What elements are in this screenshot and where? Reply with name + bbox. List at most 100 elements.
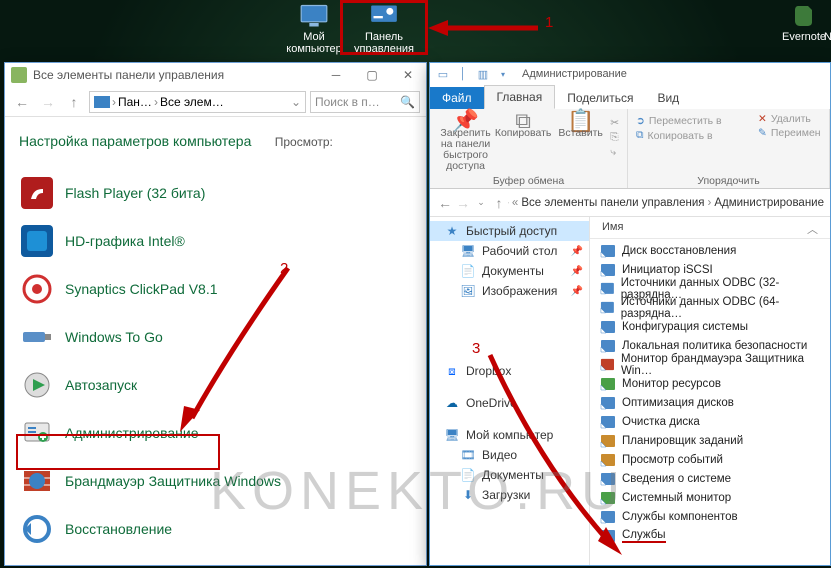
shortcut-icon [600, 338, 616, 354]
desktop-icon-my-computer[interactable]: Мой компьютер [280, 3, 348, 55]
control-panel-small-icon [11, 67, 27, 83]
move-icon: ➲ [636, 115, 645, 127]
cp-item-flash[interactable]: Flash Player (32 бита) [15, 169, 416, 217]
cp-item-autoplay[interactable]: Автозапуск [15, 361, 416, 409]
cp-item-recovery[interactable]: Восстановление [15, 505, 416, 553]
qat-dropdown-icon[interactable]: ▾ [496, 67, 510, 81]
explorer-titlebar[interactable]: ▭ │ ▥ ▾ Администрирование [430, 63, 830, 85]
column-header-name[interactable]: Имя ︿ [590, 217, 830, 239]
shortcut-icon [600, 414, 616, 430]
documents-icon: 📄 [460, 263, 476, 279]
minimize-button[interactable]: ─ [318, 63, 354, 87]
ribbon-rename-button[interactable]: ✎Переимен [758, 127, 821, 139]
ribbon-cut-button[interactable]: ✂ [610, 117, 619, 129]
nav-dropbox[interactable]: ⧈Dropbox [430, 361, 589, 381]
nav-desktop[interactable]: 🖥Рабочий стол📌 [430, 241, 589, 261]
file-name: Службы компонентов [622, 511, 738, 523]
tab-home[interactable]: Главная [484, 85, 556, 109]
ribbon-copy-path-button[interactable]: ⎘ [610, 131, 619, 144]
file-item[interactable]: Монитор ресурсов [590, 374, 830, 393]
file-item[interactable]: Службы [590, 526, 830, 545]
cp-item-synaptics[interactable]: Synaptics ClickPad V8.1 [15, 265, 416, 313]
documents-icon: 📄 [460, 467, 476, 483]
file-name: Очистка диска [622, 416, 700, 428]
cp-item-intel-graphics[interactable]: HD-графика Intel® [15, 217, 416, 265]
cp-item-windows-to-go[interactable]: Windows To Go [15, 313, 416, 361]
video-icon: 🎞 [460, 447, 476, 463]
tab-file[interactable]: Файл [430, 87, 484, 109]
file-name: Планировщик заданий [622, 435, 743, 447]
file-name: Монитор ресурсов [622, 378, 721, 390]
file-name: Сведения о системе [622, 473, 731, 485]
ribbon-tabs: Файл Главная Поделиться Вид [430, 85, 830, 109]
nav-onedrive[interactable]: ☁OneDrive [430, 393, 589, 413]
file-item[interactable]: Диск восстановления [590, 241, 830, 260]
tab-share[interactable]: Поделиться [555, 87, 645, 109]
qat-sep: │ [456, 67, 470, 81]
nav-my-pc[interactable]: 🖥Мой компьютер [430, 425, 589, 445]
search-icon: 🔍 [400, 95, 415, 109]
pin-icon: 📌 [571, 266, 583, 277]
nav-documents[interactable]: 📄Документы📌 [430, 261, 589, 281]
shortcut-icon [600, 490, 616, 506]
annotation-box-1 [340, 0, 428, 55]
file-item[interactable]: Очистка диска [590, 412, 830, 431]
forward-button[interactable]: → [37, 94, 59, 110]
file-item[interactable]: Конфигурация системы [590, 317, 830, 336]
up-button[interactable]: ↑ [63, 94, 85, 110]
path-icon: ⎘ [610, 131, 618, 144]
flash-icon [21, 177, 53, 209]
history-dropdown[interactable]: ⌄ [472, 197, 490, 208]
shortcut-icon [600, 528, 616, 544]
explorer-title: Администрирование [522, 68, 627, 80]
file-item[interactable]: Оптимизация дисков [590, 393, 830, 412]
address-field[interactable]: « Все элементы панели управления › Админ… [508, 195, 824, 211]
nav-pictures[interactable]: 🖼Изображения📌 [430, 281, 589, 301]
explorer-window: ▭ │ ▥ ▾ Администрирование Файл Главная П… [429, 62, 831, 566]
file-name: Службы [622, 529, 666, 543]
desktop-icon: 🖥 [460, 243, 476, 259]
file-item[interactable]: Сведения о системе [590, 469, 830, 488]
file-list: Диск восстановления Инициатор iSCSI Источн… [590, 239, 830, 547]
address-field[interactable]: › Пан… › Все элем… ⌄ [89, 91, 306, 113]
file-item[interactable]: Планировщик заданий [590, 431, 830, 450]
copy-icon: ⧉ [515, 115, 531, 126]
forward-button[interactable]: → [454, 195, 472, 211]
nav-downloads[interactable]: ⬇Загрузки [430, 485, 589, 505]
back-button[interactable]: ← [436, 195, 454, 211]
qat-properties-icon[interactable]: ▥ [476, 67, 490, 81]
back-button[interactable]: ← [11, 94, 33, 110]
navigation-pane: ★Быстрый доступ 🖥Рабочий стол📌 📄Документ… [430, 217, 590, 565]
search-field[interactable]: Поиск в п… 🔍 [310, 91, 420, 113]
panel-heading: Настройка параметров компьютера [19, 133, 251, 149]
ribbon-group-organize: Упорядочить [628, 175, 829, 187]
desktop-icon-label: Мой компьютер [286, 31, 341, 55]
file-name: Инициатор iSCSI [622, 264, 713, 276]
file-name: Конфигурация системы [622, 321, 748, 333]
downloads-icon: ⬇ [460, 487, 476, 503]
control-panel-tiny-icon [94, 94, 110, 110]
nav-videos[interactable]: 🎞Видео [430, 445, 589, 465]
file-item[interactable]: Системный монитор [590, 488, 830, 507]
ribbon-delete-button[interactable]: ✕Удалить [758, 113, 821, 125]
paste-icon: 📋 [567, 115, 594, 126]
file-item[interactable]: Монитор брандмауэра Защитника Win… [590, 355, 830, 374]
file-item[interactable]: Источники данных ODBC (64-разрядна… [590, 298, 830, 317]
file-item[interactable]: Службы компонентов [590, 507, 830, 526]
file-item[interactable]: Просмотр событий [590, 450, 830, 469]
nav-quick-access[interactable]: ★Быстрый доступ [430, 221, 589, 241]
pictures-icon: 🖼 [460, 283, 476, 299]
ribbon-paste-shortcut-button[interactable]: ⤷ [610, 146, 619, 159]
maximize-button[interactable]: ▢ [354, 63, 390, 87]
shortcut-icon [600, 433, 616, 449]
window-titlebar[interactable]: Все элементы панели управления ─ ▢ ✕ [5, 63, 426, 87]
close-button[interactable]: ✕ [390, 63, 426, 87]
control-panel-items: Flash Player (32 бита) HD-графика Intel®… [5, 157, 426, 565]
shortcut-icon [600, 300, 615, 316]
nav-documents-2[interactable]: 📄Документы [430, 465, 589, 485]
shortcut-icon [600, 357, 615, 373]
up-button[interactable]: ↑ [490, 195, 508, 211]
address-bar: ← → ↑ › Пан… › Все элем… ⌄ Поиск в п… 🔍 [5, 87, 426, 117]
desktop-icon-evernote[interactable]: Evernote [770, 3, 831, 43]
tab-view[interactable]: Вид [645, 87, 691, 109]
